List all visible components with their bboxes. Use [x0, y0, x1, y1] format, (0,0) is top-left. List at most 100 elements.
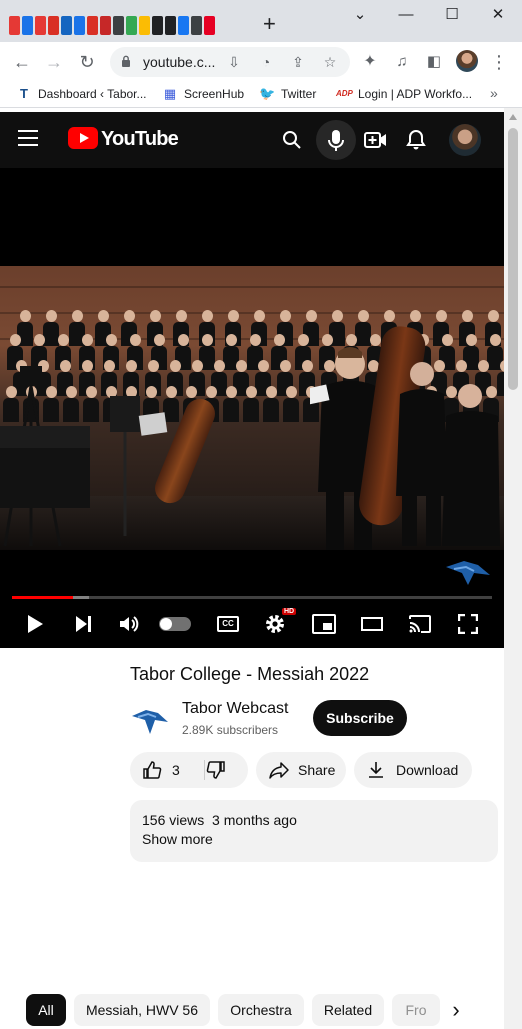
video-title: Tabor College - Messiah 2022	[130, 664, 370, 684]
dislike-button[interactable]	[206, 760, 226, 783]
chip-related[interactable]: Related	[312, 994, 384, 1026]
miniplayer-icon[interactable]	[309, 611, 339, 637]
browser-menu-icon[interactable]: ⋮	[487, 50, 511, 74]
browser-tab-strip: + ⌄ — ☐ ✕	[0, 0, 522, 42]
tab-favicon-6-icon[interactable]	[74, 16, 85, 35]
side-panel-icon[interactable]: ◧	[422, 50, 446, 74]
related-chips-bar: All Messiah, HWV 56 Orchestra Related Fr…	[0, 994, 504, 1029]
chevron-right-icon[interactable]: ›	[440, 994, 472, 1026]
thumbs-up-icon	[143, 761, 162, 779]
bookmark-screenhub[interactable]: ▦ ScreenHub	[162, 85, 244, 103]
media-controls-icon[interactable]: ♫	[390, 50, 414, 74]
bookmark-label: Twitter	[281, 87, 317, 101]
share-icon	[269, 762, 289, 779]
chip-orchestra[interactable]: Orchestra	[218, 994, 304, 1026]
choir-member	[223, 386, 239, 422]
next-video-button[interactable]	[68, 611, 98, 637]
channel-avatar[interactable]	[130, 702, 170, 742]
scroll-thumb[interactable]	[508, 128, 518, 390]
tab-favicon-10-icon[interactable]	[126, 16, 137, 35]
progress-bar[interactable]	[12, 596, 492, 599]
autoplay-toggle[interactable]	[159, 617, 191, 631]
tab-favicon-5-icon[interactable]	[61, 16, 72, 35]
show-more-button[interactable]: Show more	[142, 831, 486, 847]
menu-icon[interactable]	[18, 130, 38, 146]
maximize-button[interactable]: ☐	[441, 4, 463, 26]
install-app-icon[interactable]: ⇩	[224, 52, 244, 72]
search-icon[interactable]	[278, 126, 306, 154]
account-avatar[interactable]	[449, 124, 481, 156]
description-box[interactable]: 156 views 3 months ago Show more	[130, 800, 498, 862]
youtube-logo-icon[interactable]	[68, 127, 98, 149]
bookmark-adp[interactable]: ADP Login | ADP Workfo...	[336, 85, 472, 103]
tabor-bluejay-watermark-icon[interactable]	[444, 559, 492, 587]
download-label: Download	[396, 762, 459, 778]
theater-mode-icon[interactable]	[357, 611, 387, 637]
lock-icon	[122, 55, 130, 67]
subscribe-button[interactable]: Subscribe	[313, 700, 407, 736]
play-button[interactable]	[20, 611, 50, 637]
tab-favicon-4-icon[interactable]	[48, 16, 59, 35]
extensions-icon[interactable]: ✦	[358, 50, 382, 74]
choir-member	[283, 386, 299, 422]
tab-search-dropdown-icon[interactable]: ⌄	[349, 4, 371, 26]
bookmarks-overflow-button[interactable]: »	[490, 85, 498, 101]
tab-favicon-15-icon[interactable]	[191, 16, 202, 35]
subtitles-button[interactable]: CC	[217, 616, 239, 632]
volume-icon[interactable]	[114, 611, 144, 637]
scroll-up-arrow-icon[interactable]	[509, 114, 517, 120]
tab-favicon-14-icon[interactable]	[178, 16, 189, 35]
back-button[interactable]: ←	[10, 50, 34, 74]
voice-search-button[interactable]	[316, 120, 356, 160]
choir-member	[263, 386, 279, 422]
progress-played	[12, 596, 73, 599]
share-page-icon[interactable]: ⇪	[288, 52, 308, 72]
video-frame-choir-concert	[0, 266, 504, 550]
bookmark-dashboard[interactable]: T Dashboard ‹ Tabor...	[16, 85, 147, 103]
tab-favicon-7-icon[interactable]	[87, 16, 98, 35]
forward-button[interactable]: →	[42, 50, 66, 74]
view-stats: 156 views 3 months ago	[142, 812, 297, 828]
create-video-icon[interactable]	[362, 126, 390, 154]
fullscreen-icon[interactable]	[453, 611, 483, 637]
address-bar[interactable]: youtube.c... ⇩ ◔ ⇪ ☆	[110, 47, 350, 77]
new-tab-button[interactable]: +	[263, 13, 276, 35]
tab-favicon-9-icon[interactable]	[113, 16, 124, 35]
youtube-page: YouTube CC HD Tabor College - Messiah 20…	[0, 108, 522, 1029]
tab-favicon-13-icon[interactable]	[165, 16, 176, 35]
browser-toolbar: ← → ↻ youtube.c... ⇩ ◔ ⇪ ☆ ✦ ♫ ◧ ⋮	[0, 42, 522, 80]
bookmark-twitter[interactable]: 🐦 Twitter	[259, 85, 316, 103]
chip-from[interactable]: Fro	[392, 994, 440, 1026]
tab-favicon-12-icon[interactable]	[152, 16, 163, 35]
tab-favicon-1-icon[interactable]	[9, 16, 20, 35]
tab-favicon-16-icon[interactable]	[204, 16, 215, 35]
tab-favicon-8-icon[interactable]	[100, 16, 111, 35]
tab-favicon-3-icon[interactable]	[35, 16, 46, 35]
performance-icon[interactable]: ◔	[256, 52, 276, 72]
page-scrollbar[interactable]	[504, 108, 522, 1029]
chip-all[interactable]: All	[26, 994, 66, 1026]
like-count: 3	[172, 762, 180, 778]
chip-messiah[interactable]: Messiah, HWV 56	[74, 994, 210, 1026]
tab-favicon-2-icon[interactable]	[22, 16, 33, 35]
like-button[interactable]: 3	[130, 752, 180, 788]
notifications-bell-icon[interactable]	[402, 126, 430, 154]
share-label: Share	[298, 762, 336, 778]
youtube-wordmark[interactable]: YouTube	[101, 128, 179, 151]
close-window-button[interactable]: ✕	[487, 4, 509, 26]
tab-favicon-11-icon[interactable]	[139, 16, 150, 35]
profile-avatar[interactable]	[456, 50, 478, 72]
video-player[interactable]: CC HD	[0, 168, 504, 648]
channel-name[interactable]: Tabor Webcast	[182, 700, 288, 718]
bookmarks-bar: T Dashboard ‹ Tabor... ▦ ScreenHub 🐦 Twi…	[0, 80, 522, 108]
download-button[interactable]: Download	[354, 752, 472, 788]
url-text[interactable]: youtube.c...	[143, 54, 215, 70]
bookmark-star-icon[interactable]: ☆	[320, 52, 340, 72]
cast-icon[interactable]	[405, 611, 435, 637]
reload-button[interactable]: ↻	[75, 50, 99, 74]
youtube-header: YouTube	[0, 112, 504, 168]
bookmark-label: Login | ADP Workfo...	[358, 87, 473, 101]
share-button[interactable]: Share	[256, 752, 346, 788]
minimize-button[interactable]: —	[395, 4, 417, 26]
thumbs-down-icon	[206, 761, 225, 779]
